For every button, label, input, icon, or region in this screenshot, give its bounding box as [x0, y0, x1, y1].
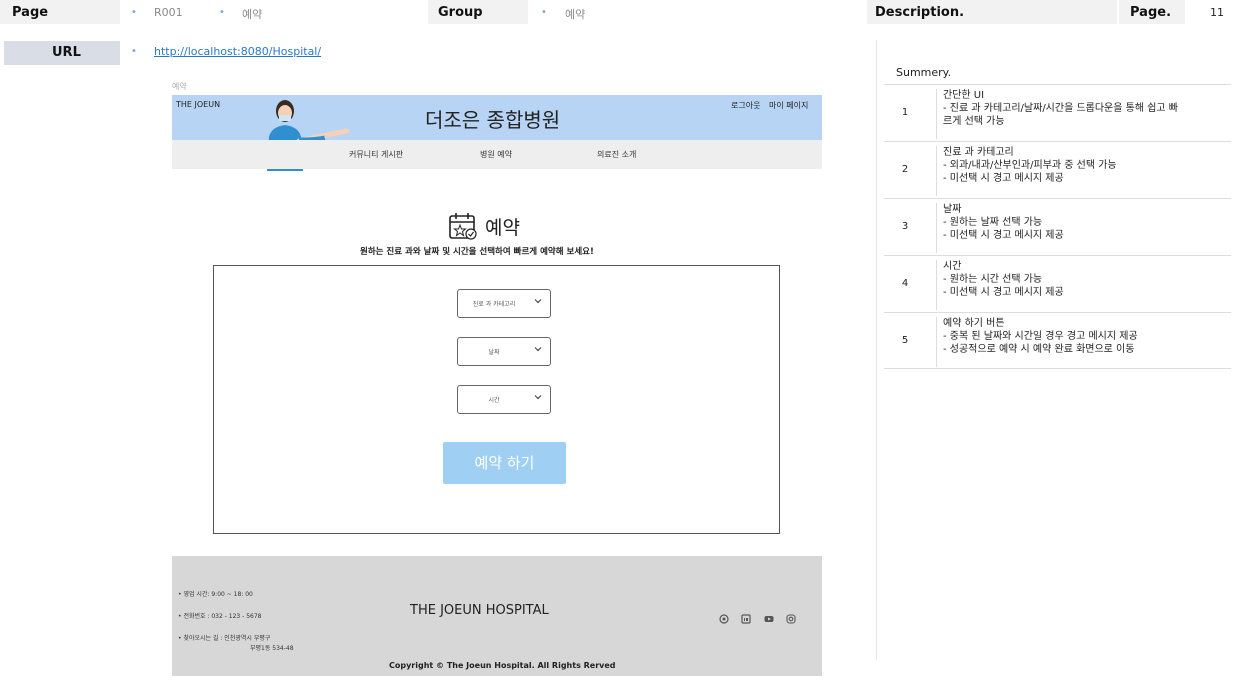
desc-line: - 미선택 시 경고 메시지 제공 — [943, 287, 1064, 298]
group-label: Group — [438, 5, 483, 20]
desc-row-num: 2 — [901, 164, 909, 175]
calendar-icon — [449, 213, 477, 240]
divider — [876, 40, 877, 660]
footer-phone: • 전화번호 : 032 - 123 - 5678 — [178, 613, 262, 620]
bullet-dot: • — [131, 46, 137, 57]
desc-line: 간단한 UI — [943, 90, 985, 101]
bullet-dot: • — [219, 7, 225, 18]
logout-link[interactable]: 로그아웃 — [731, 100, 760, 111]
nav-item-doctors[interactable]: 의료진 소개 — [597, 149, 636, 160]
select-text: 날짜 — [488, 349, 500, 356]
select-text: 진료 과 카테고리 — [472, 301, 516, 308]
brand-logo[interactable]: THE JOEUN — [176, 100, 220, 109]
desc-line: - 원하는 날짜 선택 가능 — [943, 217, 1043, 228]
instagram-icon[interactable] — [786, 614, 796, 624]
desc-row-num: 5 — [901, 335, 909, 346]
github-icon[interactable] — [719, 614, 729, 624]
desc-line: - 외과/내과/산부인과/피부과 중 선택 가능 — [943, 160, 1117, 171]
summary-label: Summery. — [896, 66, 952, 79]
footer-hours: • 영업 시간: 9:00 ~ 18: 00 — [178, 591, 253, 598]
footer-address-line2: 부평1동 534-48 — [250, 645, 294, 652]
desc-line: - 진료 과 카테고리/날짜/시간을 드롭다운을 통해 쉽고 빠 — [943, 103, 1178, 114]
reserve-submit-button[interactable]: 예약 하기 — [443, 442, 566, 484]
desc-row: 3 날짜 - 원하는 날짜 선택 가능 - 미선택 시 경고 메시지 제공 — [884, 198, 1231, 255]
linkedin-icon[interactable] — [741, 614, 751, 624]
desc-line: 진료 과 카테고리 — [943, 147, 1014, 158]
desc-line: - 미선택 시 경고 메시지 제공 — [943, 173, 1064, 184]
desc-line: - 성공적으로 예약 시 예약 완료 화면으로 이동 — [943, 344, 1135, 355]
page-id: R001 — [154, 6, 183, 19]
desc-line: - 중복 된 날짜와 시간일 경우 경고 메시지 제공 — [943, 331, 1138, 342]
page-num-label: Page. — [1130, 5, 1172, 20]
desc-line: 예약 하기 버튼 — [943, 318, 1005, 329]
desc-row-body: 진료 과 카테고리 - 외과/내과/산부인과/피부과 중 선택 가능 - 미선택… — [936, 146, 1223, 196]
site-title: 더조은 종합병원 — [425, 108, 561, 132]
desc-row-body: 예약 하기 버튼 - 중복 된 날짜와 시간일 경우 경고 메시지 제공 - 성… — [936, 317, 1223, 367]
desc-row-num: 1 — [901, 107, 909, 118]
reserve-title: 예약 — [485, 217, 520, 239]
desc-row-body: 시간 - 원하는 시간 선택 가능 - 미선택 시 경고 메시지 제공 — [936, 260, 1223, 310]
chevron-down-icon — [534, 395, 542, 400]
desc-row-body: 날짜 - 원하는 날짜 선택 가능 - 미선택 시 경고 메시지 제공 — [936, 203, 1223, 253]
select-text: 시간 — [488, 397, 500, 404]
desc-row: 5 예약 하기 버튼 - 중복 된 날짜와 시간일 경우 경고 메시지 제공 -… — [884, 312, 1231, 369]
nav-item-reservation[interactable]: 병원 예약 — [480, 149, 512, 160]
group-value: 예약 — [565, 8, 586, 21]
youtube-icon[interactable] — [764, 614, 774, 624]
chevron-down-icon — [534, 299, 542, 304]
bullet-dot: • — [541, 7, 547, 18]
footer-hospital-name: THE JOEUN HOSPITAL — [410, 603, 549, 618]
reserve-subtitle: 원하는 진료 과와 날짜 및 시간을 선택하여 빠르게 예약해 보세요! — [360, 247, 594, 257]
desc-row-body: 간단한 UI - 진료 과 카테고리/날짜/시간을 드롭다운을 통해 쉽고 빠 … — [936, 89, 1223, 139]
desc-row-num: 4 — [901, 278, 909, 289]
url-label: URL — [52, 45, 81, 60]
page-name: 예약 — [242, 8, 263, 21]
chevron-down-icon — [534, 347, 542, 352]
time-select[interactable]: 시간 — [457, 385, 551, 414]
desc-line: 날짜 — [943, 204, 962, 215]
bullet-dot: • — [131, 7, 137, 18]
desc-row: 1 간단한 UI - 진료 과 카테고리/날짜/시간을 드롭다운을 통해 쉽고 … — [884, 84, 1231, 141]
nav-bar: 커뮤니티 게시판 병원 예약 의료진 소개 — [172, 140, 822, 169]
desc-line: - 미선택 시 경고 메시지 제공 — [943, 230, 1064, 241]
footer-address: • 찾아오시는 길 : 인천광역시 부평구 — [178, 635, 271, 642]
desc-row: 4 시간 - 원하는 시간 선택 가능 - 미선택 시 경고 메시지 제공 — [884, 255, 1231, 312]
desc-line: 르게 선택 가능 — [943, 116, 1005, 127]
page-num-value: 11 — [1210, 6, 1224, 19]
desc-line: - 원하는 시간 선택 가능 — [943, 274, 1043, 285]
desc-row-num: 3 — [901, 221, 909, 232]
frame-caption: 예약 — [172, 82, 187, 91]
url-link[interactable]: http://localhost:8080/Hospital/ — [154, 45, 321, 58]
footer-copyright: Copyright © The Joeun Hospital. All Righ… — [389, 661, 616, 670]
page-label: Page — [12, 5, 49, 20]
date-select[interactable]: 날짜 — [457, 337, 551, 366]
description-label: Description. — [875, 5, 965, 20]
mypage-link[interactable]: 마이 페이지 — [769, 100, 808, 111]
category-select[interactable]: 진료 과 카테고리 — [457, 289, 551, 318]
nav-item-community[interactable]: 커뮤니티 게시판 — [349, 149, 403, 160]
desc-line: 시간 — [943, 261, 962, 272]
desc-row: 2 진료 과 카테고리 - 외과/내과/산부인과/피부과 중 선택 가능 - 미… — [884, 141, 1231, 198]
